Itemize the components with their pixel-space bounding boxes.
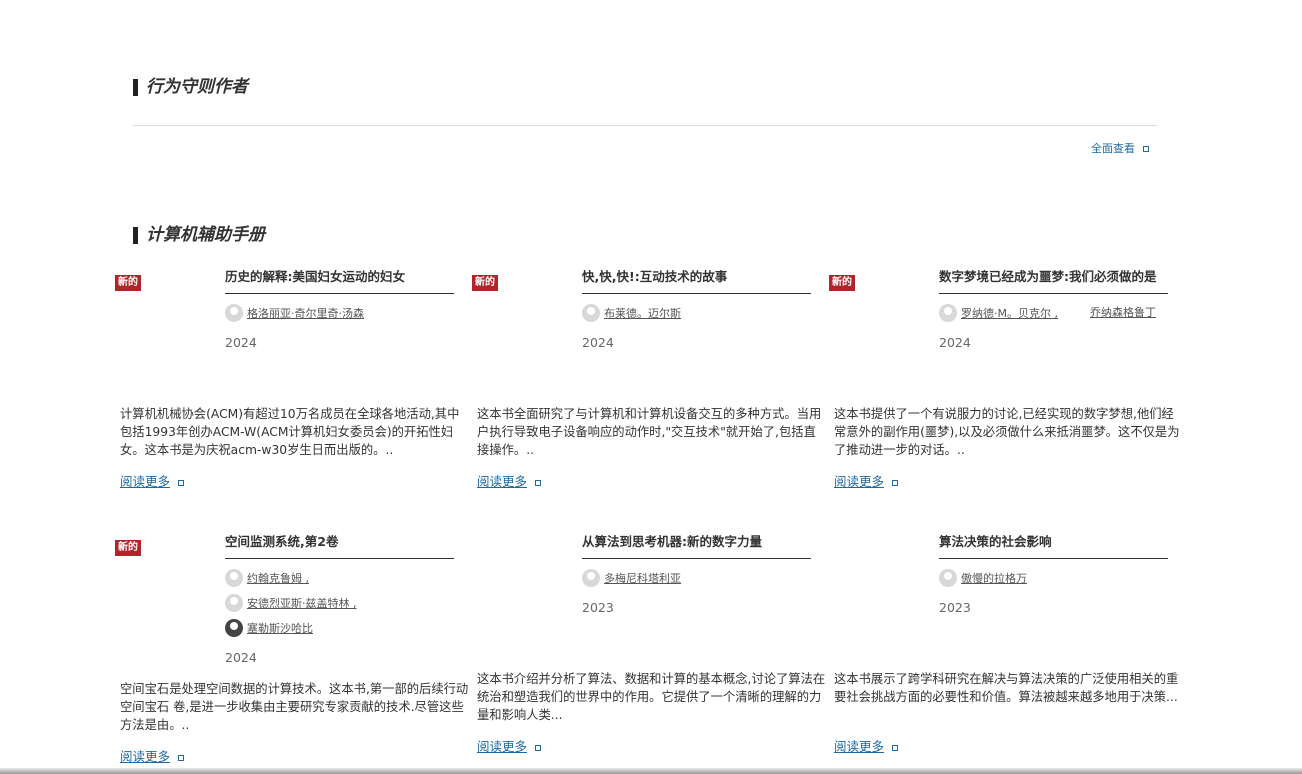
book-description: 空间宝石是处理空间数据的计算技术。这本书,第一部的后续行动 空间宝石 卷,是进一… (120, 682, 469, 732)
book-title[interactable]: 从算法到思考机器:新的数字力量 (582, 531, 811, 559)
avatar (939, 569, 957, 587)
read-more-link[interactable]: 阅读更多 (834, 471, 899, 490)
arrow-square-icon (535, 744, 542, 751)
author-link[interactable]: 乔纳森格鲁丁 (1090, 304, 1156, 322)
read-more-link[interactable]: 阅读更多 (477, 471, 542, 490)
publication-year: 2024 (225, 650, 257, 665)
section-title-code-of-conduct-authors: 行为守则作者 (133, 79, 248, 96)
avatar (225, 569, 243, 587)
section-divider (133, 125, 1157, 126)
view-all-label: 全面查看 (1091, 142, 1135, 155)
avatar (225, 619, 243, 637)
arrow-square-icon (1143, 146, 1149, 152)
arrow-square-icon (178, 754, 185, 761)
avatar (225, 304, 243, 322)
book-description: 这本书全面研究了与计算机和计算机设备交互的多种方式。当用户执行导致电子设备响应的… (477, 407, 822, 457)
author-link[interactable]: 多梅尼科塔利亚 (582, 569, 681, 587)
arrow-square-icon (892, 479, 899, 486)
section-title-computer-handbook: 计算机辅助手册 (133, 227, 265, 244)
new-badge: 新的 (115, 275, 141, 291)
avatar (939, 304, 957, 322)
book-description: 这本书提供了一个有说服力的讨论,已经实现的数字梦想,他们经常意外的副作用(噩梦)… (834, 407, 1180, 457)
book-description: 计算机机械协会(ACM)有超过10万名成员在全球各地活动,其中包括1993年创办… (120, 407, 460, 457)
avatar (225, 594, 243, 612)
book-title[interactable]: 空间监测系统,第2卷 (225, 531, 454, 559)
read-more-link[interactable]: 阅读更多 (120, 746, 185, 765)
avatar (582, 569, 600, 587)
author-link[interactable]: 傲慢的拉格万 (939, 569, 1027, 587)
author-link[interactable]: 安德烈亚斯·兹盖特林 , (225, 594, 357, 612)
book-title[interactable]: 算法决策的社会影响 (939, 531, 1168, 559)
book-title[interactable]: 数字梦境已经成为噩梦:我们必须做的是 (939, 266, 1168, 294)
book-description: 这本书介绍并分析了算法、数据和计算的基本概念,讨论了算法在统治和塑造我们的世界中… (477, 672, 826, 722)
book-description: 这本书展示了跨学科研究在解决与算法决策的广泛使用相关的重要社会挑战方面的必要性和… (834, 672, 1179, 704)
arrow-square-icon (178, 479, 185, 486)
read-more-link[interactable]: 阅读更多 (120, 471, 185, 490)
read-more-link[interactable]: 阅读更多 (477, 736, 542, 755)
new-badge: 新的 (115, 540, 141, 556)
book-title[interactable]: 历史的解释:美国妇女运动的妇女 (225, 266, 454, 294)
author-link[interactable]: 布莱德。迈尔斯 (582, 304, 681, 322)
new-badge: 新的 (472, 275, 498, 291)
author-link[interactable]: 格洛丽亚·奇尔里奇·汤森 (225, 304, 364, 322)
publication-year: 2024 (582, 335, 614, 350)
publication-year: 2023 (939, 600, 971, 615)
publication-year: 2023 (582, 600, 614, 615)
horizontal-scrollbar[interactable] (0, 768, 1302, 774)
author-link[interactable]: 罗纳德·M。贝克尔 , (939, 304, 1058, 322)
arrow-square-icon (535, 479, 542, 486)
read-more-link[interactable]: 阅读更多 (834, 736, 899, 755)
view-all-link[interactable]: 全面查看 (1091, 140, 1149, 156)
book-title[interactable]: 快,快,快!:互动技术的故事 (582, 266, 811, 294)
arrow-square-icon (892, 744, 899, 751)
publication-year: 2024 (225, 335, 257, 350)
avatar (582, 304, 600, 322)
new-badge: 新的 (829, 275, 855, 291)
author-link[interactable]: 塞勒斯沙哈比 (225, 619, 313, 637)
author-link[interactable]: 约翰克鲁姆 , (225, 569, 309, 587)
publication-year: 2024 (939, 335, 971, 350)
